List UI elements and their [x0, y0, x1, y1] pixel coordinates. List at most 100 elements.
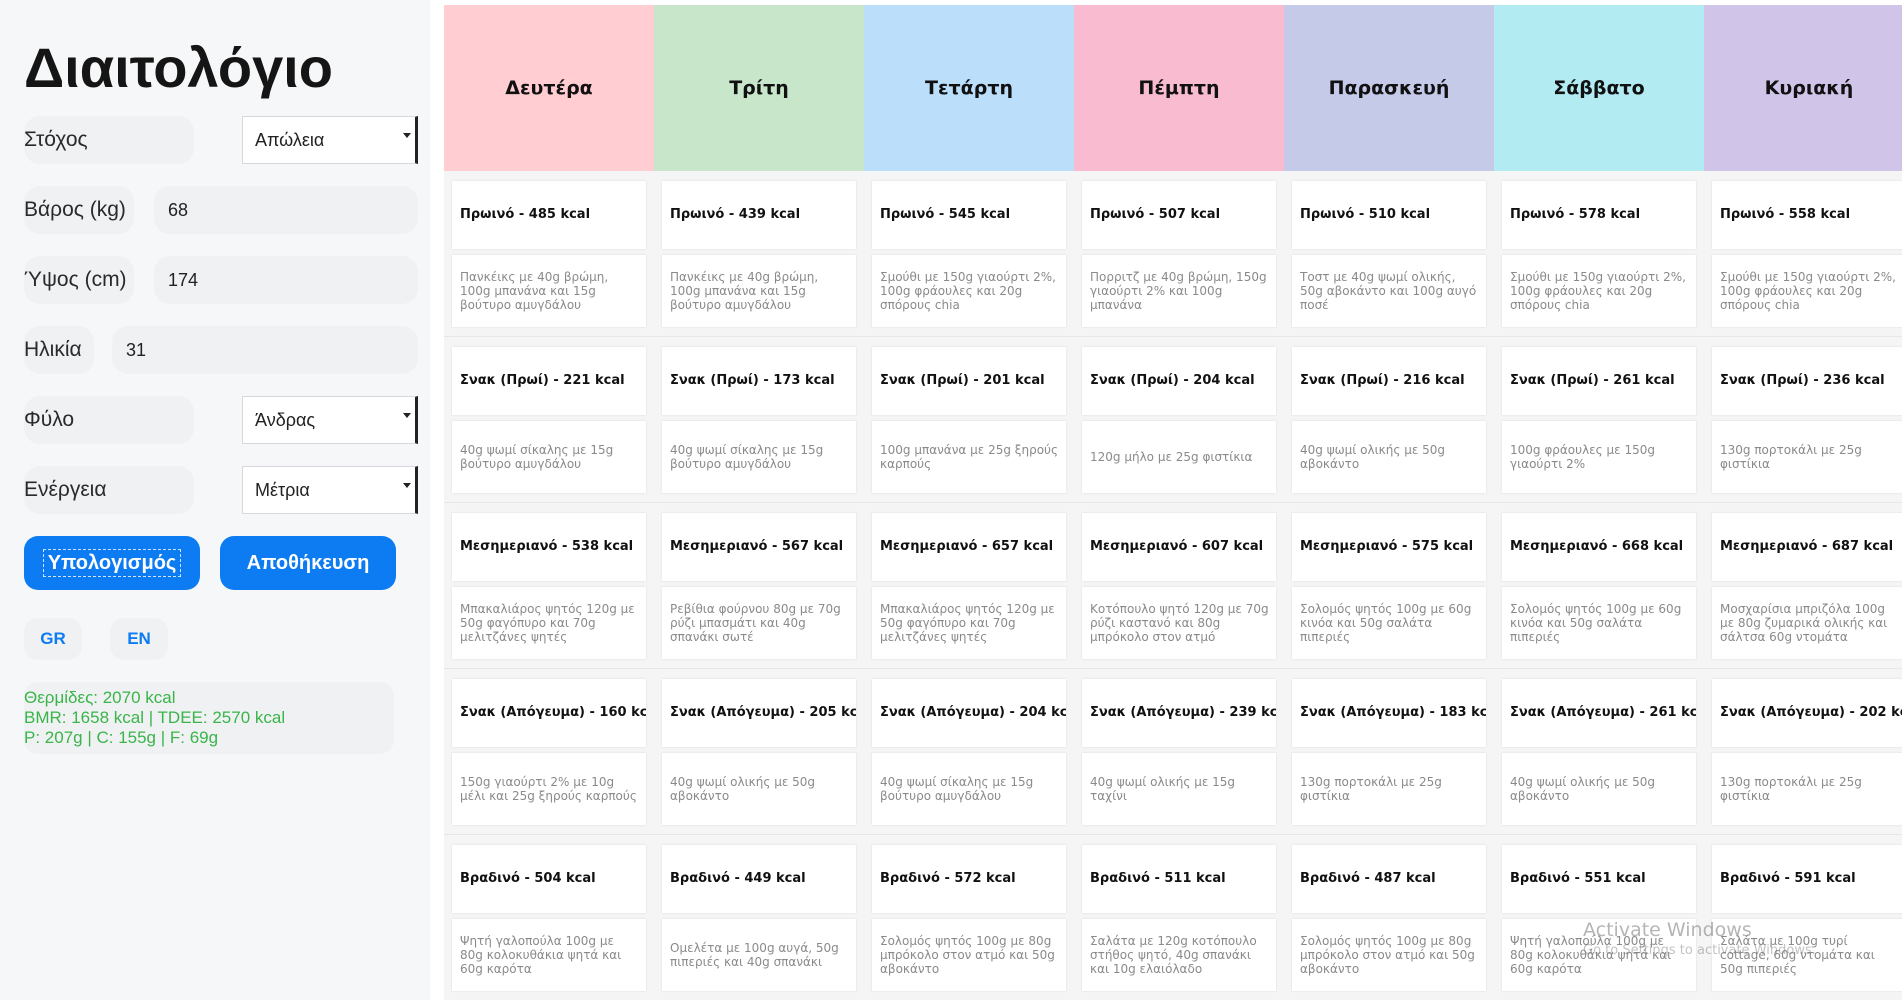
meal-description: 130g πορτοκάλι με 25g φιστίκια — [1300, 775, 1442, 803]
meal-description: 120g μήλο με 25g φιστίκια — [1090, 450, 1253, 464]
gender-label: Φύλο — [24, 396, 194, 444]
meal-card: Πρωινό - 507 kcal Πορριτζ με 40g βρώμη, 1… — [1074, 171, 1284, 337]
meal-description-box: 40g ψωμί σίκαλης με 15g βούτυρο αμυγδάλο… — [452, 421, 646, 493]
meal-card: Βραδινό - 591 kcal Σαλάτα με 100g τυρί co… — [1704, 835, 1902, 1000]
language-gr-button[interactable]: GR — [24, 618, 82, 660]
meal-card: Σνακ (Πρωί) - 204 kcal 120g μήλο με 25g φ… — [1074, 337, 1284, 503]
meal-card: Σνακ (Απόγευμα) - 202 kcal 130g πορτοκάλι… — [1704, 669, 1902, 835]
meal-description: Σμούθι με 150g γιαούρτι 2%, 100g φράουλε… — [1720, 270, 1896, 312]
day-header: Τετάρτη — [864, 5, 1074, 171]
meal-description-box: 130g πορτοκάλι με 25g φιστίκια — [1712, 421, 1902, 493]
day-header: Πέμπτη — [1074, 5, 1284, 171]
height-label: Ύψος (cm) — [24, 256, 134, 304]
meal-description-box: Σαλάτα με 120g κοτόπουλο στήθος ψητό, 40… — [1082, 919, 1276, 991]
meal-description-box: Πανκέικς με 40g βρώμη, 100g μπανάνα και … — [662, 255, 856, 327]
goal-select[interactable]: Απώλεια — [242, 116, 418, 164]
language-en-button[interactable]: EN — [110, 618, 168, 660]
calculate-button-label: Υπολογισμός — [42, 549, 182, 577]
meal-title: Πρωινό - 510 kcal — [1292, 181, 1486, 249]
meal-title: Πρωινό - 558 kcal — [1712, 181, 1902, 249]
meal-title: Βραδινό - 551 kcal — [1502, 845, 1696, 913]
activity-row: Ενέργεια Μέτρια — [24, 466, 418, 524]
meal-title: Σνακ (Πρωί) - 204 kcal — [1082, 347, 1276, 415]
chevron-down-icon — [403, 483, 411, 488]
meal-title: Βραδινό - 449 kcal — [662, 845, 856, 913]
action-buttons: Υπολογισμός Αποθήκευση — [24, 536, 406, 592]
meal-card: Βραδινό - 572 kcal Σολομός ψητός 100g με … — [864, 835, 1074, 1000]
day-column: Πέμπτη Πρωινό - 507 kcal Πορριτζ με 40g βρ… — [1074, 5, 1284, 1000]
height-input[interactable]: 174 — [154, 256, 418, 304]
meal-description: Ψητή γαλοπούλα 100g με 80g κολοκυθάκια ψ… — [1510, 934, 1672, 976]
meal-title: Σνακ (Απόγευμα) - 183 kcal — [1292, 679, 1486, 747]
gender-select-value: Άνδρας — [255, 410, 316, 430]
meal-description: Σολομός ψητός 100g με 60g κινόα και 50g … — [1300, 602, 1472, 644]
meal-description-box: 100g φράουλες με 150g γιαούρτι 2% — [1502, 421, 1696, 493]
meal-description-box: 40g ψωμί ολικής με 50g αβοκάντο — [662, 753, 856, 825]
meal-card: Μεσημεριανό - 575 kcal Σολομός ψητός 100g… — [1284, 503, 1494, 669]
meal-description-box: 130g πορτοκάλι με 25g φιστίκια — [1712, 753, 1902, 825]
meal-description-box: 40g ψωμί ολικής με 50g αβοκάντο — [1292, 421, 1486, 493]
meal-card: Πρωινό - 578 kcal Σμούθι με 150g γιαούρτι… — [1494, 171, 1704, 337]
weight-input[interactable]: 68 — [154, 186, 418, 234]
meal-title: Βραδινό - 504 kcal — [452, 845, 646, 913]
meal-description-box: Σολομός ψητός 100g με 80g μπρόκολο στον … — [872, 919, 1066, 991]
meal-description: Ψητή γαλοπούλα 100g με 80g κολοκυθάκια ψ… — [460, 934, 622, 976]
day-header: Παρασκευή — [1284, 5, 1494, 171]
meal-description-box: Ομελέτα με 100g αυγά, 50g πιπεριές και 4… — [662, 919, 856, 991]
age-row: Ηλικία 31 — [24, 326, 418, 384]
calculate-button[interactable]: Υπολογισμός — [24, 536, 200, 590]
age-input[interactable]: 31 — [112, 326, 418, 374]
save-button[interactable]: Αποθήκευση — [220, 536, 396, 590]
meal-title: Βραδινό - 511 kcal — [1082, 845, 1276, 913]
meal-card: Σνακ (Πρωί) - 201 kcal 100g μπανάνα με 25… — [864, 337, 1074, 503]
meal-description-box: 100g μπανάνα με 25g ξηρούς καρπούς — [872, 421, 1066, 493]
meal-title: Μεσημεριανό - 687 kcal — [1712, 513, 1902, 581]
meal-card: Σνακ (Απόγευμα) - 239 kcal 40g ψωμί ολική… — [1074, 669, 1284, 835]
day-header: Κυριακή — [1704, 5, 1902, 171]
meal-description-box: Ψητή γαλοπούλα 100g με 80g κολοκυθάκια ψ… — [452, 919, 646, 991]
meal-description: 40g ψωμί ολικής με 50g αβοκάντο — [1510, 775, 1656, 803]
chevron-down-icon — [403, 133, 411, 138]
meal-description: Μπακαλιάρος ψητός 120g με 50g φαγόπυρο κ… — [460, 602, 635, 644]
meal-title: Μεσημεριανό - 567 kcal — [662, 513, 856, 581]
meal-card: Μεσημεριανό - 657 kcal Μπακαλιάρος ψητός … — [864, 503, 1074, 669]
meal-description: Σολομός ψητός 100g με 80g μπρόκολο στον … — [1300, 934, 1475, 976]
meal-card: Σνακ (Απόγευμα) - 261 kcal 40g ψωμί ολική… — [1494, 669, 1704, 835]
meal-title: Βραδινό - 487 kcal — [1292, 845, 1486, 913]
age-label: Ηλικία — [24, 326, 94, 374]
meal-card: Μεσημεριανό - 668 kcal Σολομός ψητός 100g… — [1494, 503, 1704, 669]
meal-title: Σνακ (Πρωί) - 261 kcal — [1502, 347, 1696, 415]
meal-title: Σνακ (Πρωί) - 221 kcal — [452, 347, 646, 415]
gender-select[interactable]: Άνδρας — [242, 396, 418, 444]
meal-card: Μεσημεριανό - 687 kcal Μοσχαρίσια μπριζόλ… — [1704, 503, 1902, 669]
meal-card: Μεσημεριανό - 607 kcal Κοτόπουλο ψητό 120… — [1074, 503, 1284, 669]
meal-title: Μεσημεριανό - 657 kcal — [872, 513, 1066, 581]
meal-title: Βραδινό - 572 kcal — [872, 845, 1066, 913]
meal-description-box: Μπακαλιάρος ψητός 120g με 50g φαγόπυρο κ… — [872, 587, 1066, 659]
meal-card: Σνακ (Πρωί) - 261 kcal 100g φράουλες με 1… — [1494, 337, 1704, 503]
meal-card: Πρωινό - 510 kcal Τοστ με 40g ψωμί ολικής… — [1284, 171, 1494, 337]
meal-card: Σνακ (Πρωί) - 216 kcal 40g ψωμί ολικής με… — [1284, 337, 1494, 503]
meal-description-box: Τοστ με 40g ψωμί ολικής, 50g αβοκάντο κα… — [1292, 255, 1486, 327]
weight-label: Βάρος (kg) — [24, 186, 134, 234]
meal-description: Πανκέικς με 40g βρώμη, 100g μπανάνα και … — [460, 270, 609, 312]
meal-description-box: Μοσχαρίσια μπριζόλα 100g με 80g ζυμαρικά… — [1712, 587, 1902, 659]
meal-description-box: Σολομός ψητός 100g με 80g μπρόκολο στον … — [1292, 919, 1486, 991]
activity-select[interactable]: Μέτρια — [242, 466, 418, 514]
activity-select-value: Μέτρια — [255, 480, 310, 500]
meal-title: Πρωινό - 439 kcal — [662, 181, 856, 249]
meal-card: Πρωινό - 439 kcal Πανκέικς με 40g βρώμη, … — [654, 171, 864, 337]
day-header: Δευτέρα — [444, 5, 654, 171]
sidebar: Διαιτολόγιο Στόχος Απώλεια Βάρος (kg) 68… — [0, 0, 430, 1000]
meal-description: Μπακαλιάρος ψητός 120g με 50g φαγόπυρο κ… — [880, 602, 1055, 644]
day-column: Τετάρτη Πρωινό - 545 kcal Σμούθι με 150g γ… — [864, 5, 1074, 1000]
meal-card: Πρωινό - 545 kcal Σμούθι με 150g γιαούρτι… — [864, 171, 1074, 337]
meal-description: 130g πορτοκάλι με 25g φιστίκια — [1720, 775, 1862, 803]
meal-description: 40g ψωμί σίκαλης με 15g βούτυρο αμυγδάλο… — [880, 775, 1034, 803]
meal-description-box: Σμούθι με 150g γιαούρτι 2%, 100g φράουλε… — [1712, 255, 1902, 327]
day-column: Σάββατο Πρωινό - 578 kcal Σμούθι με 150g γ… — [1494, 5, 1704, 1000]
meal-card: Πρωινό - 558 kcal Σμούθι με 150g γιαούρτι… — [1704, 171, 1902, 337]
meal-card: Σνακ (Πρωί) - 221 kcal 40g ψωμί σίκαλης μ… — [444, 337, 654, 503]
meal-title: Σνακ (Πρωί) - 216 kcal — [1292, 347, 1486, 415]
macros-result: P: 207g | C: 155g | F: 69g — [24, 728, 219, 747]
